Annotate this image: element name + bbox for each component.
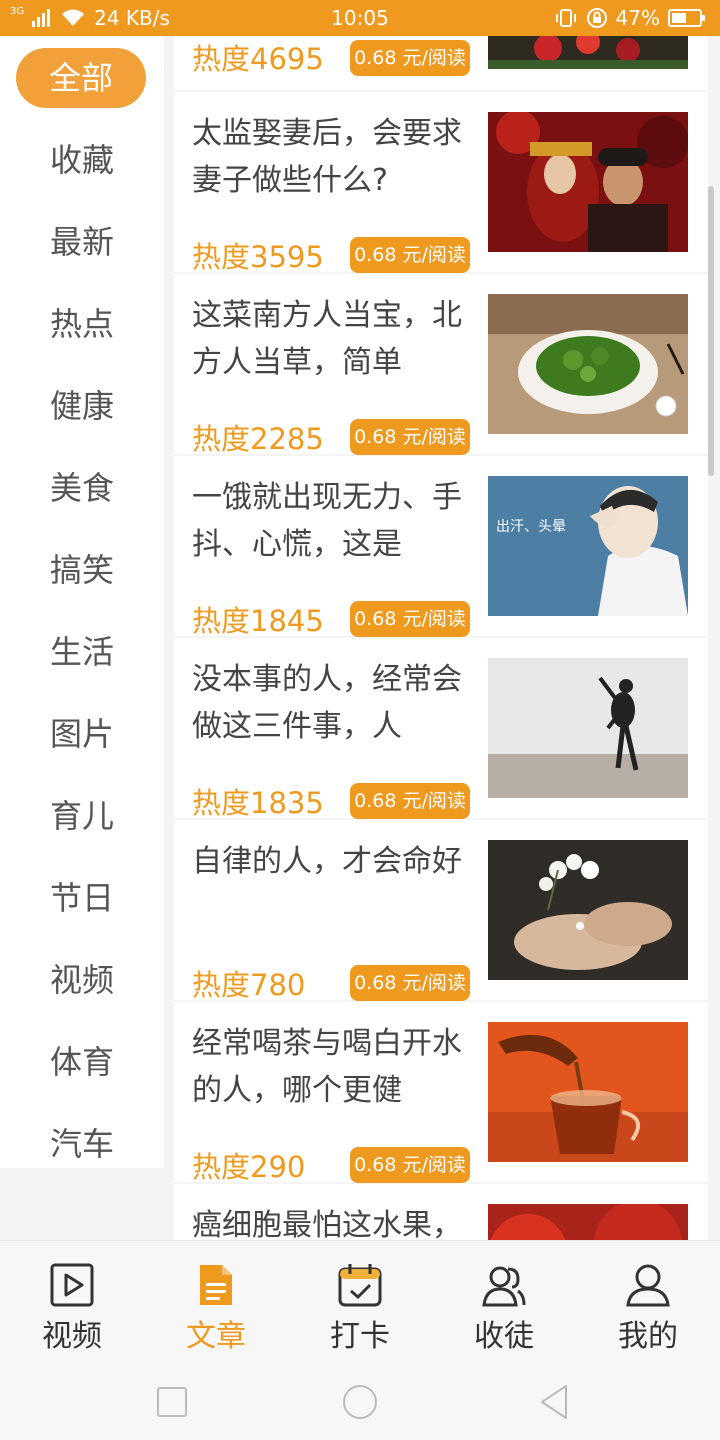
price-badge: 0.68 元/阅读 [350, 601, 470, 637]
article-item[interactable]: 热度4695 0.68 元/阅读 [174, 36, 708, 90]
heat-count: 热度1835 [192, 786, 324, 820]
price-badge: 0.68 元/阅读 [350, 237, 470, 273]
article-item[interactable]: 经常喝茶与喝白开水的人，哪个更健 热度290 0.68 元/阅读 [174, 1002, 708, 1184]
heat-count: 热度4695 [192, 42, 324, 76]
category-favorites[interactable]: 收藏 [0, 130, 164, 190]
heat-count: 热度1845 [192, 604, 324, 638]
article-item[interactable]: 癌细胞最怕这水果， [174, 1184, 708, 1240]
rotation-lock-icon [586, 8, 607, 28]
system-nav-bar [0, 1360, 720, 1440]
heat-count: 热度3595 [192, 240, 324, 274]
battery-icon [668, 9, 705, 27]
price-badge: 0.68 元/阅读 [350, 419, 470, 455]
tab-label: 视频 [42, 1319, 102, 1354]
tab-checkin[interactable]: 打卡 [300, 1261, 420, 1354]
vibrate-icon [555, 9, 576, 27]
article-title: 一饿就出现无力、手抖、心慌，这是 [192, 480, 462, 562]
calendar-check-icon [338, 1264, 382, 1307]
article-thumbnail [488, 658, 688, 798]
tab-video[interactable]: 视频 [12, 1261, 132, 1354]
video-play-icon [50, 1263, 94, 1307]
list-scrollbar[interactable] [708, 186, 714, 476]
price-badge: 0.68 元/阅读 [350, 783, 470, 819]
thumbnail-caption: 出汗、头晕 [496, 519, 566, 535]
article-item[interactable]: 一饿就出现无力、手抖、心慌，这是 热度1845 0.68 元/阅读 出汗、头晕 [174, 456, 708, 638]
back-icon[interactable] [534, 1382, 574, 1422]
category-funny[interactable]: 搞笑 [0, 540, 164, 600]
price-badge: 0.68 元/阅读 [350, 1147, 470, 1183]
article-title: 没本事的人，经常会做这三件事，人 [192, 662, 462, 744]
article-item[interactable]: 自律的人，才会命好 热度780 0.68 元/阅读 [174, 820, 708, 1002]
article-thumbnail [488, 112, 688, 252]
article-thumbnail [488, 1022, 688, 1162]
article-thumbnail [488, 840, 688, 980]
recent-apps-icon[interactable] [152, 1382, 192, 1422]
category-health[interactable]: 健康 [0, 376, 164, 436]
category-parenting[interactable]: 育儿 [0, 786, 164, 846]
category-sidebar: 全部 收藏 最新 热点 健康 美食 搞笑 生活 图片 育儿 节日 视频 体育 汽… [0, 36, 164, 1168]
category-holidays[interactable]: 节日 [0, 868, 164, 928]
tab-label: 文章 [186, 1319, 246, 1354]
user-icon [626, 1264, 670, 1307]
category-hot[interactable]: 热点 [0, 294, 164, 354]
category-latest[interactable]: 最新 [0, 212, 164, 272]
users-icon [482, 1266, 526, 1307]
price-badge: 0.68 元/阅读 [350, 40, 470, 76]
tab-apprentice[interactable]: 收徒 [444, 1261, 564, 1354]
article-item[interactable]: 这菜南方人当宝，北方人当草，简单 热度2285 0.68 元/阅读 [174, 274, 708, 456]
bottom-tab-bar: 视频 文章 打卡 收徒 我的 [0, 1240, 720, 1360]
category-life[interactable]: 生活 [0, 622, 164, 682]
tab-label: 打卡 [330, 1319, 390, 1354]
article-thumbnail: 出汗、头晕 [488, 476, 688, 616]
battery-percent: 47% [615, 6, 660, 30]
article-title: 这菜南方人当宝，北方人当草，简单 [192, 298, 462, 380]
status-bar: 3G 24 KB/s 10:05 47% [0, 0, 720, 36]
article-thumbnail [488, 294, 688, 434]
article-list: 热度4695 0.68 元/阅读 太监娶妻后，会要求妻子做些什么? 热度3595… [174, 36, 708, 1240]
status-right: 47% [554, 6, 706, 30]
category-food[interactable]: 美食 [0, 458, 164, 518]
heat-count: 热度290 [192, 1150, 306, 1184]
document-icon [200, 1265, 232, 1305]
article-item[interactable]: 太监娶妻后，会要求妻子做些什么? 热度3595 0.68 元/阅读 [174, 92, 708, 274]
article-item[interactable]: 没本事的人，经常会做这三件事，人 热度1835 0.68 元/阅读 [174, 638, 708, 820]
price-badge: 0.68 元/阅读 [350, 965, 470, 1001]
article-title: 太监娶妻后，会要求妻子做些什么? [192, 116, 462, 198]
article-title: 经常喝茶与喝白开水的人，哪个更健 [192, 1026, 462, 1108]
heat-count: 热度2285 [192, 422, 324, 456]
article-thumbnail [488, 1204, 688, 1240]
clock: 10:05 [331, 6, 389, 30]
article-title: 癌细胞最怕这水果， [192, 1208, 462, 1240]
category-video[interactable]: 视频 [0, 950, 164, 1010]
article-title: 自律的人，才会命好 [192, 844, 462, 879]
tab-me[interactable]: 我的 [588, 1261, 708, 1354]
category-cars[interactable]: 汽车 [0, 1114, 164, 1174]
category-sports[interactable]: 体育 [0, 1032, 164, 1092]
category-pictures[interactable]: 图片 [0, 704, 164, 764]
tab-label: 收徒 [474, 1319, 534, 1354]
heat-count: 热度780 [192, 968, 306, 1002]
tab-label: 我的 [618, 1319, 678, 1354]
home-icon[interactable] [340, 1382, 380, 1422]
tab-articles[interactable]: 文章 [156, 1261, 276, 1354]
article-thumbnail [488, 36, 688, 69]
category-all[interactable]: 全部 [16, 48, 146, 108]
